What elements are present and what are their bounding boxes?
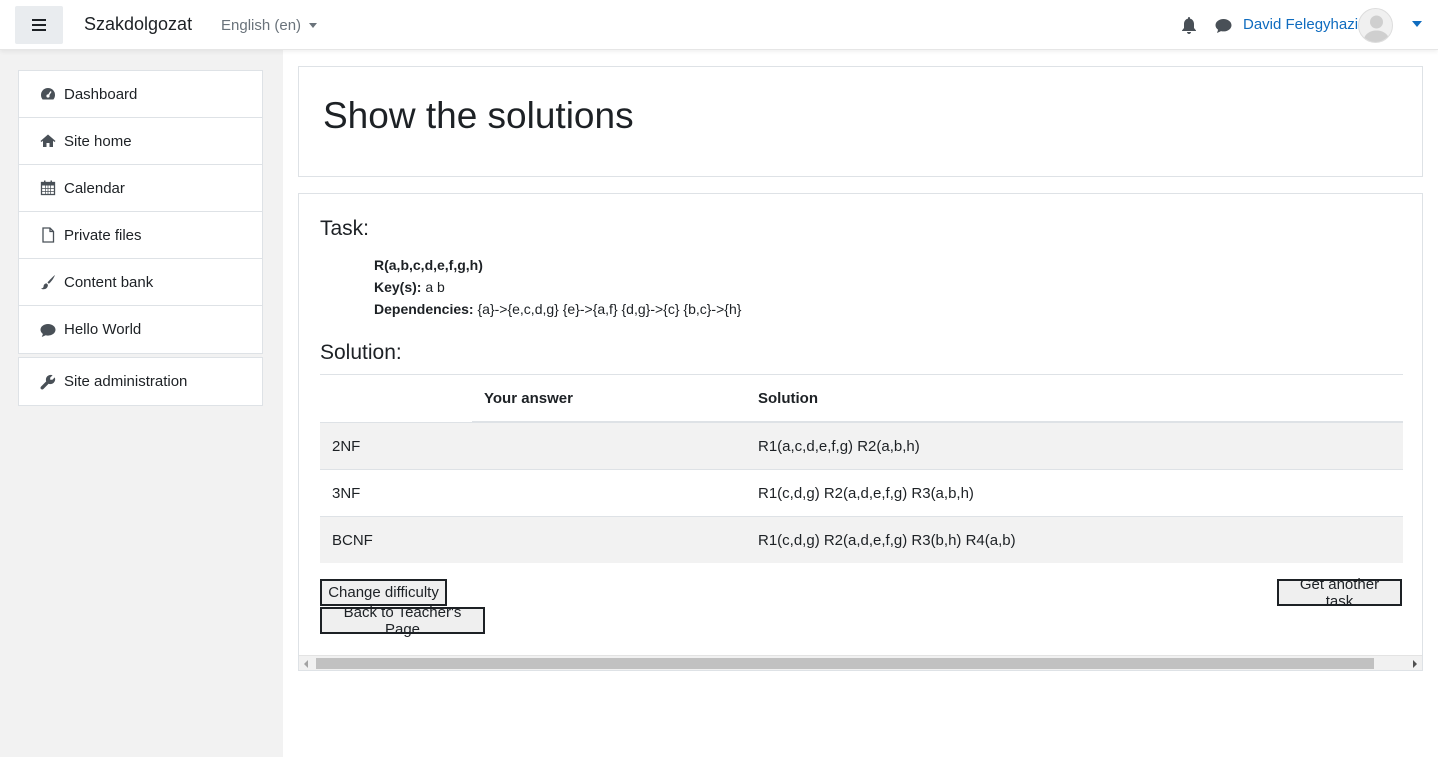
sidebar-item-site-home[interactable]: Site home bbox=[19, 118, 262, 165]
horizontal-scrollbar[interactable] bbox=[299, 655, 1422, 670]
primary-nav: Dashboard Site home Calendar Private fil… bbox=[18, 70, 263, 354]
sidebar-item-calendar[interactable]: Calendar bbox=[19, 165, 262, 212]
sidebar-item-hello-world[interactable]: Hello World bbox=[19, 306, 262, 353]
top-navbar: Szakdolgozat English (en) David Felegyha… bbox=[0, 0, 1438, 50]
normal-form-cell: 3NF bbox=[332, 485, 361, 502]
messages-icon[interactable] bbox=[1215, 18, 1232, 34]
solution-table: Your answer Solution 2NF R1(a,c,d,e,f,g)… bbox=[320, 374, 1403, 563]
solution-cell: R1(a,c,d,e,f,g) R2(a,b,h) bbox=[758, 438, 920, 455]
table-row: BCNF R1(c,d,g) R2(a,d,e,f,g) R3(b,h) R4(… bbox=[320, 516, 1403, 563]
page-header-card: Show the solutions bbox=[298, 66, 1423, 177]
page-title: Show the solutions bbox=[323, 95, 634, 136]
calendar-icon bbox=[39, 180, 56, 196]
nav-drawer: Dashboard Site home Calendar Private fil… bbox=[0, 50, 283, 757]
get-another-task-button[interactable]: Get another task bbox=[1277, 576, 1402, 610]
back-to-teachers-page-button[interactable]: Back to Teacher's Page bbox=[320, 604, 485, 638]
drawer-toggle-button[interactable] bbox=[15, 6, 63, 44]
sidebar-item-label: Site home bbox=[64, 132, 132, 150]
table-row: 3NF R1(c,d,g) R2(a,d,e,f,g) R3(a,b,h) bbox=[320, 469, 1403, 516]
solution-cell: R1(c,d,g) R2(a,d,e,f,g) R3(b,h) R4(a,b) bbox=[758, 532, 1016, 549]
scroll-right-arrow-icon[interactable] bbox=[1413, 660, 1417, 668]
sidebar-item-label: Calendar bbox=[64, 179, 125, 197]
normal-form-cell: BCNF bbox=[332, 532, 373, 549]
solution-cell: R1(c,d,g) R2(a,d,e,f,g) R3(a,b,h) bbox=[758, 485, 974, 502]
table-header: Your answer Solution bbox=[320, 374, 1403, 423]
dependencies-value: {a}->{e,c,d,g} {e}->{a,f} {d,g}->{c} {b,… bbox=[477, 301, 742, 317]
scroll-left-arrow-icon[interactable] bbox=[304, 660, 308, 668]
sidebar-item-label: Hello World bbox=[64, 321, 142, 338]
site-name-link[interactable]: Szakdolgozat bbox=[84, 14, 192, 35]
relation-schema: R(a,b,c,d,e,f,g,h) bbox=[374, 257, 483, 273]
keys-label: Key(s): bbox=[374, 279, 422, 295]
keys-value: a b bbox=[425, 279, 445, 295]
sidebar-item-label: Site administration bbox=[64, 373, 188, 390]
sidebar-item-label: Private files bbox=[64, 226, 142, 244]
sidebar-item-site-administration[interactable]: Site administration bbox=[19, 358, 262, 405]
main-content-card: Task: R(a,b,c,d,e,f,g,h) Key(s): a b Dep… bbox=[298, 193, 1423, 671]
solution-heading: Solution: bbox=[320, 341, 402, 364]
file-icon bbox=[39, 227, 56, 243]
change-difficulty-button[interactable]: Change difficulty bbox=[320, 579, 447, 606]
admin-nav: Site administration bbox=[18, 357, 263, 406]
task-heading: Task: bbox=[320, 217, 370, 240]
home-icon bbox=[39, 133, 56, 149]
sidebar-item-label: Dashboard bbox=[64, 85, 138, 103]
language-menu[interactable]: English (en) bbox=[221, 17, 318, 34]
comment-icon bbox=[39, 322, 56, 338]
sidebar-item-dashboard[interactable]: Dashboard bbox=[19, 71, 262, 118]
hamburger-icon bbox=[32, 19, 46, 31]
avatar[interactable] bbox=[1358, 8, 1393, 43]
sidebar-item-private-files[interactable]: Private files bbox=[19, 212, 262, 259]
task-details: R(a,b,c,d,e,f,g,h) Key(s): a b Dependenc… bbox=[374, 254, 741, 320]
chevron-down-icon bbox=[309, 23, 318, 28]
dependencies-label: Dependencies: bbox=[374, 301, 474, 317]
user-menu-chevron-icon[interactable] bbox=[1412, 21, 1422, 27]
column-header-solution: Solution bbox=[758, 390, 818, 407]
user-avatar-icon bbox=[1363, 15, 1390, 42]
bell-icon[interactable] bbox=[1181, 17, 1197, 34]
wrench-icon bbox=[39, 374, 56, 390]
column-header-your-answer: Your answer bbox=[484, 390, 573, 407]
brush-icon bbox=[39, 274, 56, 290]
normal-form-cell: 2NF bbox=[332, 438, 361, 455]
sidebar-item-content-bank[interactable]: Content bank bbox=[19, 259, 262, 306]
user-menu-name[interactable]: David Felegyhazi bbox=[1243, 16, 1358, 33]
sidebar-item-label: Content bank bbox=[64, 273, 154, 291]
table-row: 2NF R1(a,c,d,e,f,g) R2(a,b,h) bbox=[320, 422, 1403, 469]
dashboard-icon bbox=[39, 86, 56, 102]
language-label: English (en) bbox=[221, 17, 302, 34]
scrollbar-thumb[interactable] bbox=[316, 658, 1374, 669]
